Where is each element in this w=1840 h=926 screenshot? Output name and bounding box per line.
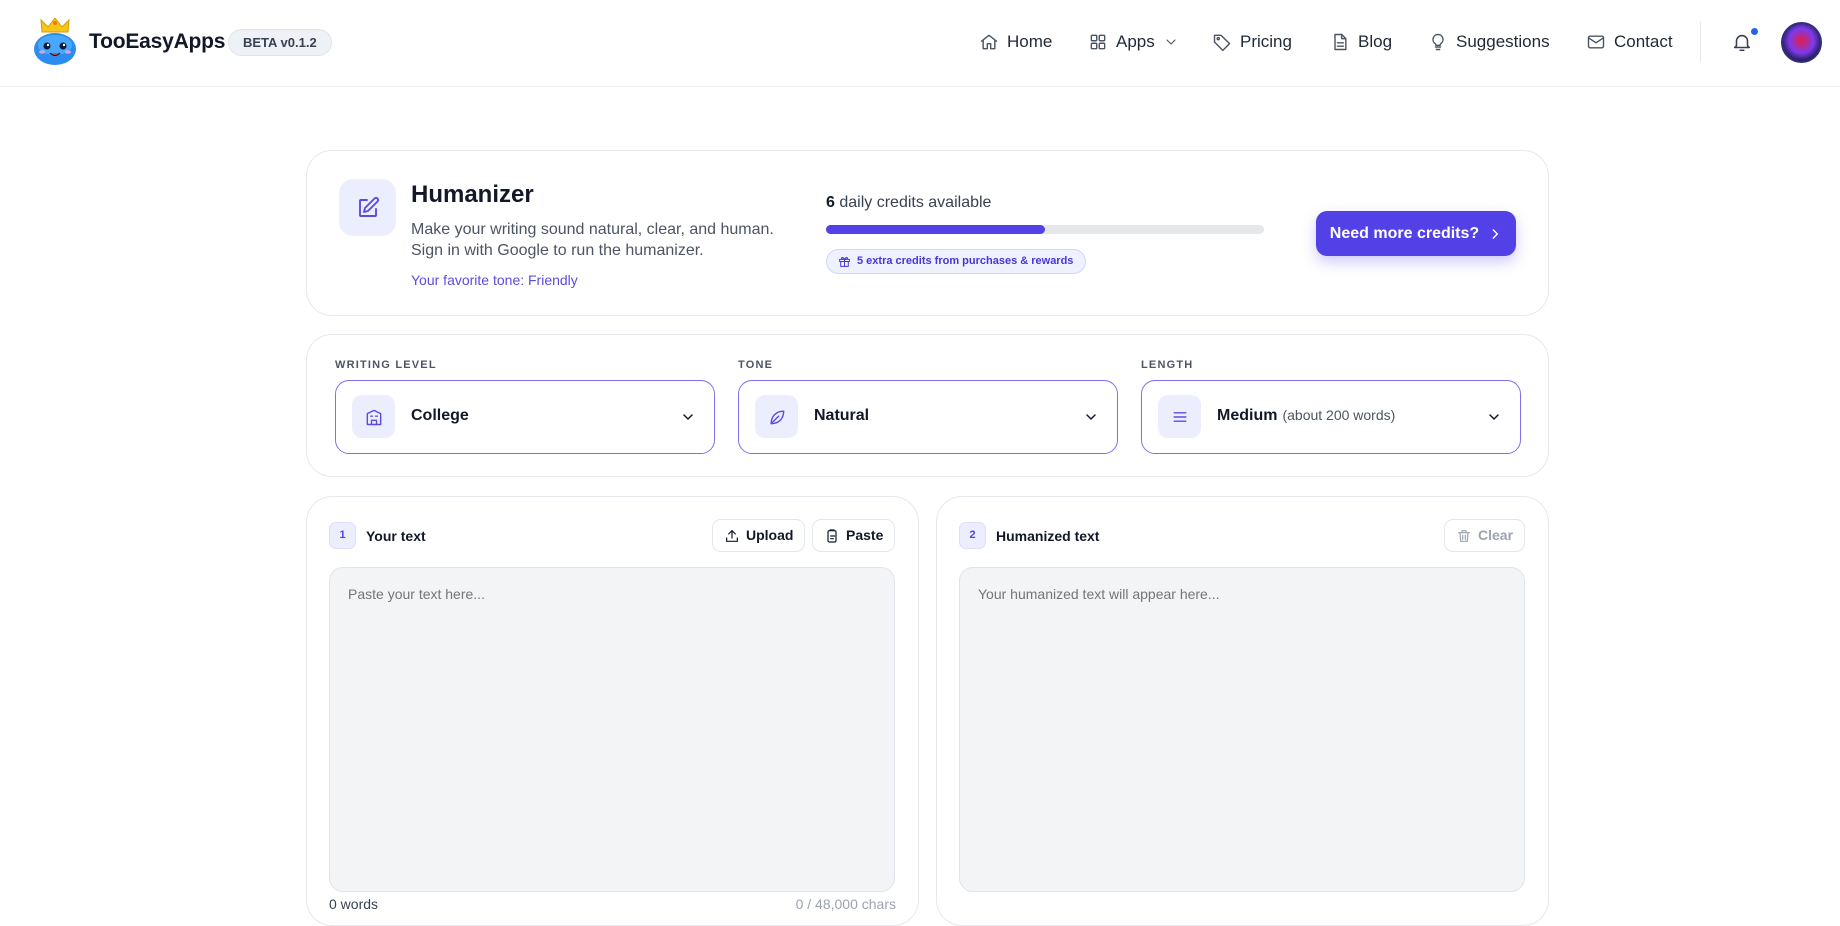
nav-link-label: Contact [1614,32,1673,51]
building-icon [352,395,395,438]
options-card: WRITING LEVEL College TONE Natural LENGT… [306,334,1549,477]
writing-level-value: College [411,407,469,424]
length-subtext: (about 200 words) [1282,407,1396,423]
writing-level-label: WRITING LEVEL [335,359,437,371]
notification-dot [1750,27,1759,36]
credits-text: daily credits available [839,194,992,211]
nav-link-contact[interactable]: Contact [1586,28,1673,56]
char-count: 0 / 48,000 chars [795,896,896,912]
favorite-tone: Your favorite tone: Friendly [411,272,578,288]
lightbulb-icon [1428,32,1448,52]
trash-icon [1458,530,1470,542]
nav-link-apps[interactable]: Apps [1088,28,1179,56]
length-select[interactable]: Medium (about 200 words) [1141,380,1521,454]
writing-level-select[interactable]: College [335,380,715,454]
tag-icon [1212,32,1232,52]
home-icon [979,32,999,52]
gift-icon [839,256,850,267]
top-navbar: TooEasyApps BETA v0.1.2 Home Apps Pricin… [0,0,1840,87]
clipboard-icon [827,529,837,543]
nav-link-label: Pricing [1240,32,1292,51]
chevron-down-icon [1486,409,1502,425]
output-panel: 2 Humanized text Clear [936,496,1549,926]
user-avatar[interactable] [1781,22,1822,63]
document-icon [1330,32,1350,52]
edit-icon [339,179,396,236]
mail-icon [1586,32,1606,52]
nav-link-label: Home [1007,32,1053,51]
word-count: 0 words [329,896,379,912]
extra-credits-text: 5 extra credits from purchases & rewards [857,255,1074,267]
credits-progress-fill [826,225,1045,234]
clear-label: Clear [1478,527,1514,543]
tone-value: Natural [814,407,870,424]
nav-link-pricing[interactable]: Pricing [1212,28,1292,56]
input-panel-title: Your text [366,528,426,544]
length-value-text: Medium [1217,407,1278,424]
step-badge: 2 [959,522,986,549]
credits-progress-bar [826,225,1264,234]
upload-button[interactable]: Upload [712,519,806,552]
paste-button[interactable]: Paste [812,519,896,552]
output-panel-title: Humanized text [996,528,1100,544]
tooeasyapps-logo[interactable] [32,18,78,66]
nav-link-blog[interactable]: Blog [1330,28,1392,56]
nav-link-suggestions[interactable]: Suggestions [1428,28,1550,56]
menu-lines-icon [1158,395,1201,438]
clear-button[interactable]: Clear [1444,519,1526,552]
nav-link-label: Blog [1358,32,1393,51]
step-badge: 1 [329,522,356,549]
upload-label: Upload [746,527,794,543]
version-badge: BETA v0.1.2 [228,29,332,56]
page-description: Make your writing sound natural, clear, … [411,221,774,259]
need-more-credits-label: Need more credits? [1329,224,1480,242]
nav-divider [1700,22,1701,62]
tone-label: TONE [738,359,774,371]
length-value: Medium (about 200 words) [1217,407,1395,425]
credits-count: 6 [826,194,835,211]
output-textarea [959,567,1525,892]
input-textarea[interactable] [329,567,895,892]
grid-icon [1088,32,1108,52]
humanizer-header-card: Humanizer Make your writing sound natura… [306,150,1549,316]
length-label: LENGTH [1141,359,1194,371]
brand-name[interactable]: TooEasyApps [89,30,225,54]
nav-link-home[interactable]: Home [979,28,1052,56]
daily-credits: 6 daily credits available [826,194,991,212]
page-title: Humanizer [411,181,534,208]
nav-link-label: Apps [1116,32,1155,51]
upload-icon [726,530,738,542]
input-panel: 1 Your text Upload Paste 0 words 0 / 48,… [306,496,919,926]
extra-credits-badge: 5 extra credits from purchases & rewards [826,249,1087,274]
need-more-credits-button[interactable]: Need more credits? [1316,211,1516,256]
chevron-down-icon [680,409,696,425]
chevron-right-icon [1488,227,1502,241]
chevron-down-icon [1083,409,1099,425]
tone-select[interactable]: Natural [738,380,1118,454]
nav-link-label: Suggestions [1456,32,1550,51]
chevron-down-icon [1163,34,1179,50]
paste-label: Paste [846,527,884,543]
leaf-icon [755,395,798,438]
